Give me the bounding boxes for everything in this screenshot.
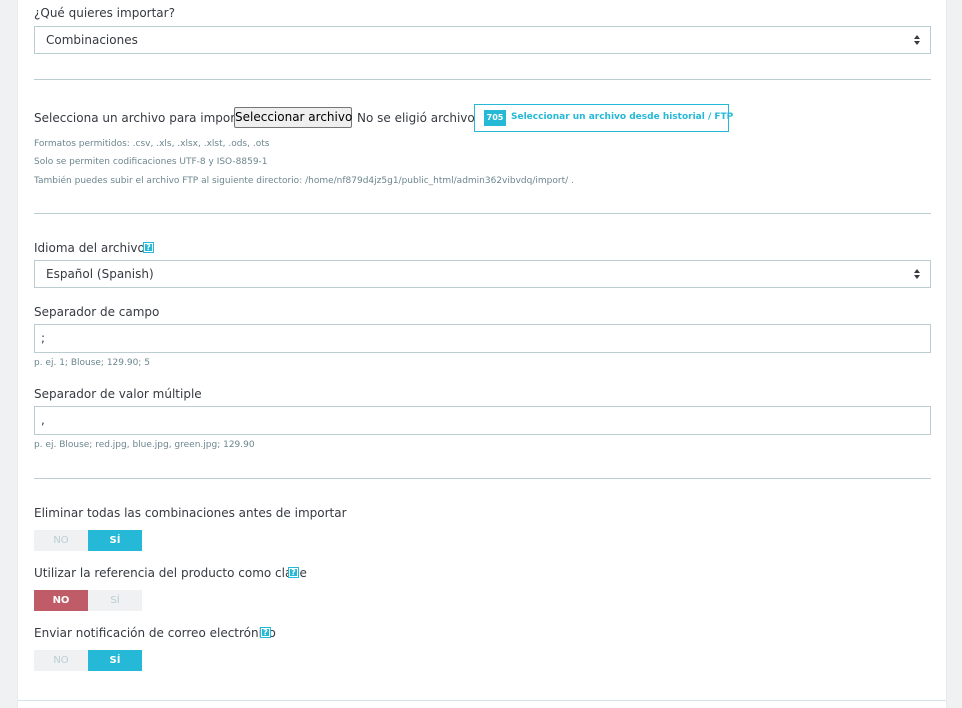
delete-combos-switch[interactable]: NO SÍ: [34, 530, 142, 551]
formats-hint: Formatos permitidos: .csv, .xls, .xlsx, …: [34, 139, 270, 149]
ftp-count-badge: 705: [484, 110, 506, 126]
select-arrows-icon: [914, 35, 920, 45]
email-notify-switch[interactable]: NO SÍ: [34, 650, 142, 671]
divider: [34, 478, 931, 479]
help-icon[interactable]: ?: [288, 567, 299, 578]
multi-sep-label: Separador de valor múltiple: [34, 387, 202, 401]
use-reference-switch[interactable]: NO SÍ: [34, 590, 142, 611]
select-arrows-icon: [914, 269, 920, 279]
switch-yes-option[interactable]: SÍ: [88, 530, 142, 551]
switch-yes-option[interactable]: SÍ: [88, 650, 142, 671]
switch-no-option[interactable]: NO: [34, 530, 88, 551]
switch-no-option[interactable]: NO: [34, 650, 88, 671]
switch-no-option[interactable]: NO: [34, 590, 88, 611]
choose-file-button[interactable]: Seleccionar archivo: [234, 107, 352, 128]
language-value: Español (Spanish): [46, 267, 154, 281]
language-label: Idioma del archivo: [34, 241, 145, 255]
language-select[interactable]: Español (Spanish): [34, 260, 931, 288]
divider: [34, 213, 931, 214]
email-notify-label: Enviar notificación de correo electrónic…: [34, 626, 276, 640]
ftp-history-button[interactable]: 705 Seleccionar un archivo desde histori…: [474, 104, 733, 132]
delete-combos-label: Eliminar todas las combinaciones antes d…: [34, 506, 347, 520]
import-panel: ¿Qué quieres importar? Combinaciones Sel…: [17, 0, 947, 708]
multi-sep-hint: p. ej. Blouse; red.jpg, blue.jpg, green.…: [34, 440, 255, 450]
encoding-hint: Solo se permiten codificaciones UTF-8 y …: [34, 157, 268, 167]
help-icon[interactable]: ?: [260, 627, 271, 638]
switch-yes-option[interactable]: SÍ: [88, 590, 142, 611]
field-sep-input[interactable]: ;: [34, 324, 931, 353]
use-reference-label: Utilizar la referencia del producto como…: [34, 566, 307, 580]
ftp-dir-hint: También puedes subir el archivo FTP al s…: [34, 176, 574, 186]
what-import-label: ¿Qué quieres importar?: [34, 6, 175, 20]
field-sep-label: Separador de campo: [34, 305, 160, 319]
ftp-history-label: Seleccionar un archivo desde historial /…: [511, 112, 734, 122]
help-icon[interactable]: ?: [143, 242, 154, 253]
field-sep-hint: p. ej. 1; Blouse; 129.90; 5: [34, 358, 150, 368]
panel-footer-divider: [18, 700, 946, 701]
what-import-select[interactable]: Combinaciones: [34, 26, 931, 54]
what-import-value: Combinaciones: [46, 33, 138, 47]
no-file-text: No se eligió archivo o: [357, 111, 486, 125]
multi-sep-input[interactable]: ,: [34, 406, 931, 435]
file-select-label: Selecciona un archivo para importar: [34, 111, 253, 125]
divider: [34, 79, 931, 80]
